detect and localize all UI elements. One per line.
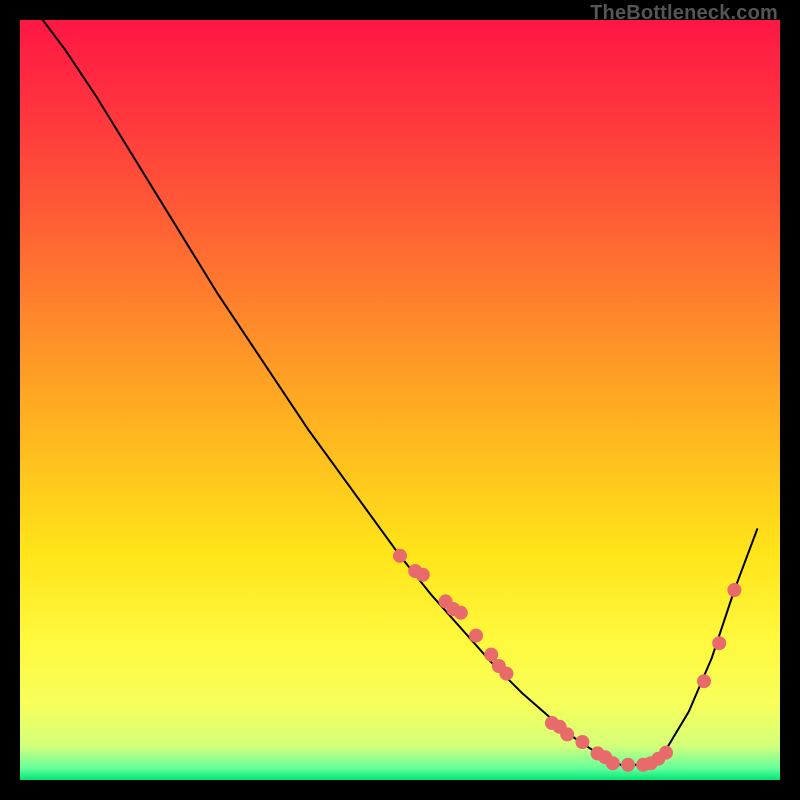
watermark-text: TheBottleneck.com: [590, 2, 778, 25]
data-point: [484, 648, 498, 662]
data-point: [659, 746, 673, 760]
bottleneck-chart: [20, 20, 780, 780]
data-point: [697, 674, 711, 688]
data-point: [499, 667, 513, 681]
data-point: [575, 735, 589, 749]
data-point: [727, 583, 741, 597]
data-point: [712, 636, 726, 650]
data-point: [560, 727, 574, 741]
gradient-fill: [20, 20, 780, 780]
data-point: [621, 758, 635, 772]
data-point: [606, 756, 620, 770]
chart-background: [20, 20, 780, 780]
data-point: [469, 629, 483, 643]
data-point: [416, 568, 430, 582]
data-point: [454, 606, 468, 620]
data-point: [393, 549, 407, 563]
